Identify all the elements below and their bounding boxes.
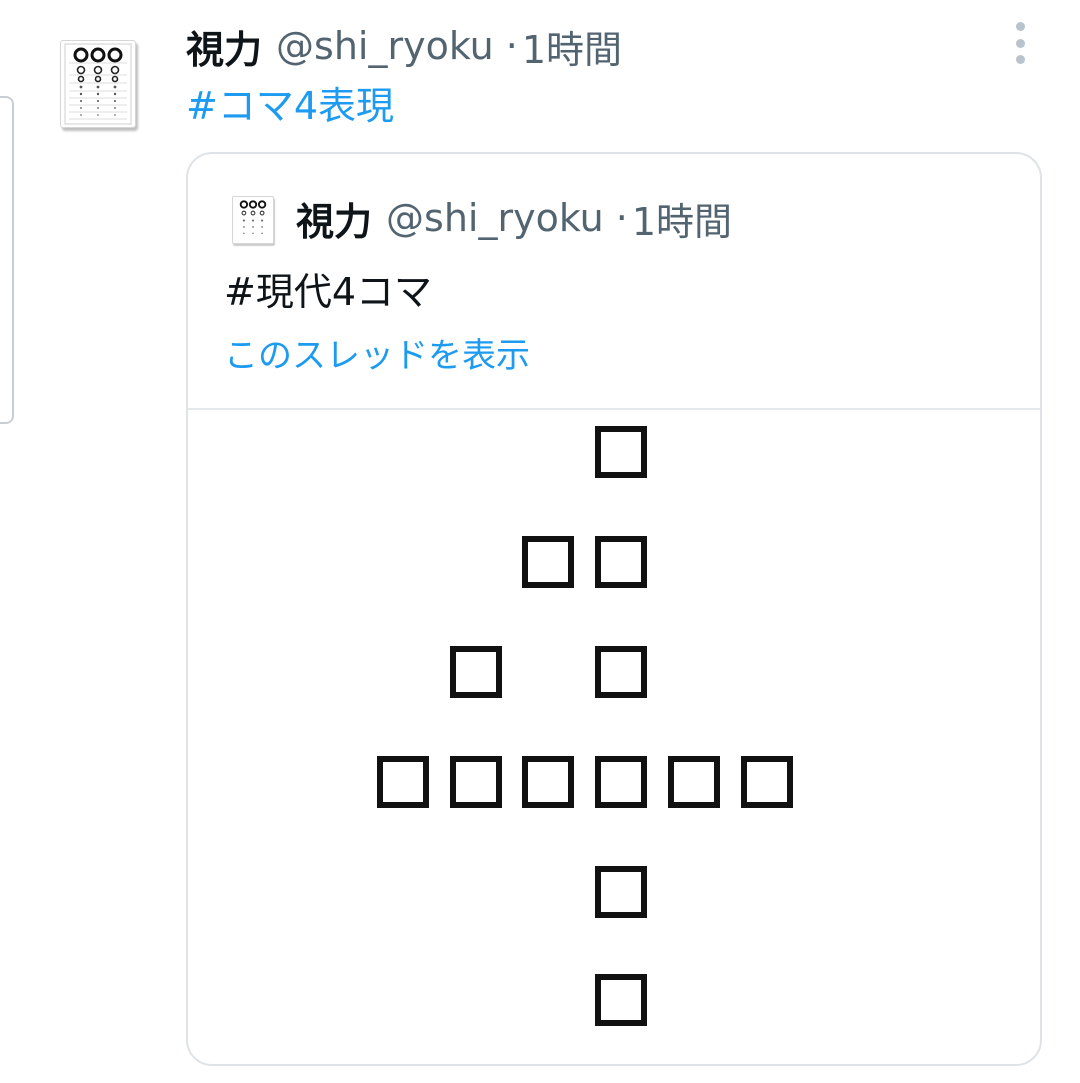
quoted-author-name: 視力	[296, 199, 373, 244]
square	[595, 974, 647, 1026]
eye-chart-icon	[64, 43, 132, 125]
quoted-tweet-timestamp: 1時間	[631, 199, 733, 244]
show-thread-link[interactable]: このスレッドを表示	[224, 330, 530, 382]
square	[595, 426, 647, 478]
author-avatar[interactable]	[60, 40, 136, 128]
square	[522, 756, 574, 808]
square	[668, 756, 720, 808]
square-arrangement	[188, 410, 1040, 1064]
meta-separator: ·	[615, 196, 628, 240]
quoted-author-avatar	[232, 196, 274, 244]
square	[377, 756, 429, 808]
square	[741, 756, 793, 808]
eye-chart-icon	[235, 198, 271, 242]
square	[450, 646, 502, 698]
quoted-tweet-card[interactable]: 視力 @shi_ryoku · 1時間 #現代4コマ このスレッドを表示	[186, 152, 1042, 1066]
square	[595, 756, 647, 808]
quoted-tweet-text: #現代4コマ	[224, 270, 433, 314]
tweet-hashtag-link[interactable]: #コマ4表現	[186, 78, 394, 134]
quoted-author-handle: @shi_ryoku	[386, 196, 604, 240]
tweet-timestamp[interactable]: 1時間	[522, 19, 622, 74]
side-panel-handle[interactable]	[0, 96, 14, 424]
meta-separator: ·	[505, 24, 518, 68]
author-handle[interactable]: @shi_ryoku	[276, 24, 494, 68]
author-name[interactable]: 視力	[186, 19, 262, 74]
square	[595, 536, 647, 588]
square	[595, 866, 647, 918]
square	[595, 646, 647, 698]
square	[522, 536, 574, 588]
quoted-tweet-header: 視力 @shi_ryoku · 1時間	[296, 190, 732, 246]
tweet-header: 視力 @shi_ryoku · 1時間	[186, 18, 622, 74]
more-vertical-icon[interactable]	[1012, 22, 1028, 64]
square	[450, 756, 502, 808]
